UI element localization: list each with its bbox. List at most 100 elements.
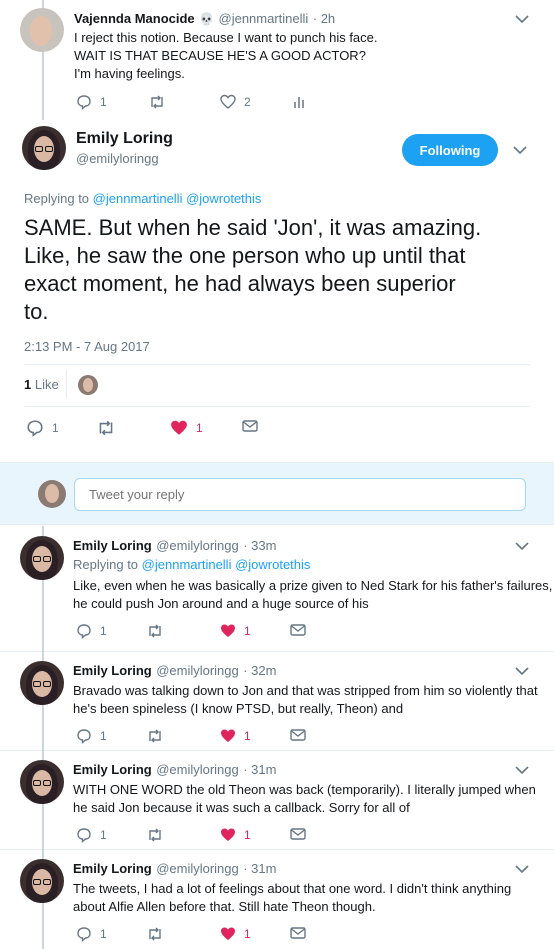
avatar[interactable] [20,661,64,705]
following-label: Following [419,142,481,158]
message-button[interactable] [242,419,258,433]
tweet-actions: 1 1 [24,419,284,439]
message-button[interactable] [290,623,306,637]
analytics-icon [294,97,304,108]
author-handle[interactable]: @emilyloringg [76,151,173,166]
retweet-button[interactable] [146,623,164,639]
like-button[interactable]: 2 [220,94,251,110]
reply-icon [77,828,91,843]
like-button[interactable]: 1 [220,827,251,843]
reply-button[interactable]: 1 [26,419,59,437]
reply-button[interactable]: 1 [76,623,107,639]
retweet-button[interactable] [146,827,164,843]
chevron-down-icon[interactable] [513,145,527,155]
chevron-down-icon[interactable] [515,541,529,551]
divider [66,370,67,398]
author-name[interactable]: Vajennda Manocide [74,11,195,26]
replying-to: Replying to @jennmartinelli @jowrotethis [73,557,311,572]
retweet-icon [99,420,113,436]
author-name[interactable]: Emily Loring [76,130,173,148]
mention-links[interactable]: @jennmartinelli @jowrotethis [93,191,262,206]
message-button[interactable] [290,926,306,940]
avatar [38,480,66,508]
author-name[interactable]: Emily Loring [73,861,152,876]
heart-icon [221,729,235,742]
reply-button[interactable]: 1 [76,926,107,942]
heart-icon [220,94,236,109]
tweet-time[interactable]: · 33m [243,538,276,553]
like-button[interactable]: 1 [220,623,251,639]
retweet-button[interactable] [148,94,166,110]
avatar[interactable] [20,8,64,52]
reply-button[interactable]: 1 [76,728,107,744]
heart-icon [221,624,235,637]
author-handle[interactable]: @emilyloringg [156,663,239,678]
tweet-time[interactable]: · 31m [243,861,276,876]
like-button[interactable]: 1 [170,419,203,437]
avatar[interactable] [22,126,66,170]
main-tweet-text: SAME. But when he said 'Jon', it was ama… [24,215,482,324]
heart-icon [221,927,235,940]
following-button[interactable]: Following [402,134,498,166]
tweet-actions: 1 1 [74,728,334,748]
author-handle[interactable]: @emilyloringg [156,538,239,553]
liker-avatar[interactable] [78,375,98,395]
author-name[interactable]: Emily Loring [73,762,152,777]
envelope-icon [290,828,306,840]
tweet-text: The tweets, I had a lot of feelings abou… [73,881,512,914]
reply-icon [27,420,43,437]
retweet-button[interactable] [146,728,164,744]
like-button[interactable]: 1 [220,926,251,942]
likes-summary[interactable]: 1 Like [24,377,59,392]
tweet-text: Bravado was talking down to Jon and that… [73,683,538,716]
avatar[interactable] [20,760,64,804]
retweet-button[interactable] [96,419,116,437]
heart-icon [221,828,235,841]
tweet-text: WITH ONE WORD the old Theon was back (te… [73,782,536,815]
tweet-actions: 1 1 [74,623,334,643]
reply-composer [0,462,554,525]
tweet-timestamp[interactable]: 2:13 PM - 7 Aug 2017 [24,339,150,354]
tweet-actions: 1 2 [74,94,334,114]
like-button[interactable]: 1 [220,728,251,744]
divider [0,849,554,850]
avatar[interactable] [20,536,64,580]
envelope-icon [290,927,306,939]
reply-icon [77,927,91,942]
reply-button[interactable]: 1 [76,94,107,110]
tweet-time[interactable]: · 2h [313,11,335,26]
author-handle[interactable]: @emilyloringg [156,861,239,876]
chevron-down-icon[interactable] [515,666,529,676]
retweet-button[interactable] [146,926,164,942]
chevron-down-icon[interactable] [515,765,529,775]
retweet-icon [149,927,161,941]
tweet-text: I reject this notion. Because I want to … [74,30,378,81]
tweet-time[interactable]: · 32m [243,663,276,678]
chevron-down-icon[interactable] [515,14,529,24]
retweet-icon [149,828,161,842]
author-name[interactable]: Emily Loring [73,538,152,553]
replying-to: Replying to @jennmartinelli @jowrotethis [24,191,262,206]
envelope-icon [290,624,306,636]
retweet-icon [149,729,161,743]
reply-button[interactable]: 1 [76,827,107,843]
divider [0,651,554,652]
divider [24,406,530,407]
tweet-actions: 1 1 [74,827,334,847]
reply-icon [77,95,91,110]
author-handle[interactable]: @emilyloringg [156,762,239,777]
reply-icon [77,729,91,744]
avatar[interactable] [20,859,64,903]
chevron-down-icon[interactable] [515,864,529,874]
tweet-time[interactable]: · 31m [243,762,276,777]
mention-links[interactable]: @jennmartinelli @jowrotethis [142,557,311,572]
reply-input[interactable] [74,478,526,511]
divider [24,364,530,365]
author-name[interactable]: Emily Loring [73,663,152,678]
retweet-icon [151,95,163,109]
analytics-button[interactable] [292,94,306,110]
divider [0,750,554,751]
author-handle[interactable]: @jennmartinelli [219,11,309,26]
message-button[interactable] [290,728,306,742]
message-button[interactable] [290,827,306,841]
